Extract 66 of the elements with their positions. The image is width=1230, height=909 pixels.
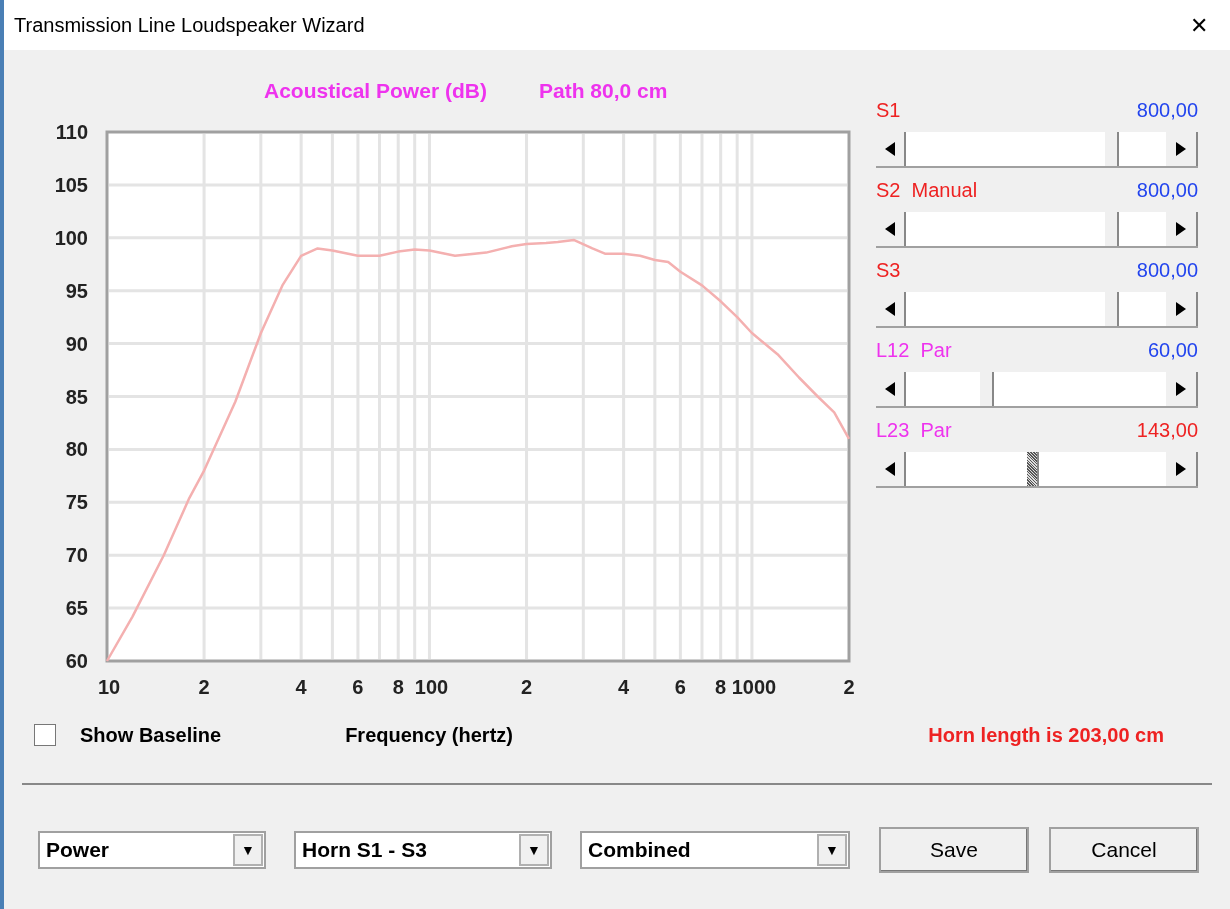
right-arrow-icon[interactable] [1176,222,1186,236]
scrollbar[interactable] [876,292,1198,328]
scrollbar[interactable] [876,452,1198,488]
left-arrow-icon[interactable] [885,462,895,476]
y-tick-label: 60 [65,650,88,672]
y-tick-label: 90 [65,332,88,355]
checkbox[interactable] [34,724,56,746]
chart-title: Acoustical Power (dB) [264,79,487,102]
x-tick-label: 2 [520,676,533,698]
right-arrow-icon[interactable] [1176,142,1186,156]
dialog-button[interactable]: Save [879,827,1029,873]
x-tick-label: 4 [295,676,307,698]
right-arrow-icon[interactable] [1176,302,1186,316]
slider-value: 143,00 [1136,420,1198,440]
y-tick-label: 65 [65,597,88,620]
axis-title: Frequency (hertz) [345,723,513,748]
right-arrow-icon[interactable] [1176,382,1186,396]
x-tick-label: 10 [97,676,121,698]
x-tick-label: 6 [674,676,686,698]
slider-label: S2 Manual [876,180,978,200]
x-tick-label: 2 [843,676,855,698]
scrollbar-thumb[interactable] [1026,452,1039,486]
x-tick-label: 100 [414,676,449,698]
horn-length-text: Horn length is 203,00 cm [928,723,1164,748]
left-arrow-icon[interactable] [885,142,895,156]
y-tick-label: 80 [65,438,88,461]
chart-subtitle: Path 80,0 cm [539,79,668,102]
x-tick-label: 2 [198,676,210,698]
scrollbar-thumb[interactable] [1105,132,1120,166]
slider-label: L23 Par [876,420,952,440]
x-tick-label: 8 [715,676,727,698]
slider-value: 800,00 [1136,180,1198,200]
slider-value: 800,00 [1136,260,1198,280]
right-arrow-icon[interactable] [1176,462,1186,476]
window-title: Transmission Line Loudspeaker Wizard [14,13,365,38]
y-tick-label: 85 [65,385,88,408]
x-tick-label: 1000 [731,676,777,698]
left-arrow-icon[interactable] [885,222,895,236]
slider-label: S3 [876,260,901,280]
dropdown[interactable]: Power ▼ [38,831,266,869]
scrollbar-thumb[interactable] [1105,292,1120,326]
slider-label: S1 [876,100,901,120]
y-tick-label: 100 [54,226,88,249]
y-tick-label: 105 [54,173,88,196]
dialog-button[interactable]: Cancel [1049,827,1199,873]
dropdown[interactable]: Horn S1 - S3 ▼ [294,831,552,869]
x-tick-label: 4 [618,676,630,698]
slider-value: 800,00 [1136,100,1198,120]
scrollbar-thumb[interactable] [979,372,994,406]
y-tick-label: 75 [65,491,88,514]
scrollbar-thumb[interactable] [1105,212,1120,246]
x-tick-label: 6 [352,676,364,698]
y-tick-label: 110 [55,121,88,143]
scrollbar[interactable] [876,372,1198,408]
dropdown[interactable]: Combined ▼ [580,831,850,869]
left-arrow-icon[interactable] [885,302,895,316]
left-arrow-icon[interactable] [885,382,895,396]
slider-value: 60,00 [1147,340,1198,360]
close-button[interactable]: ✕ [1184,10,1214,40]
checkbox-label[interactable]: Show Baseline [80,720,222,750]
scrollbar[interactable] [876,212,1198,248]
y-tick-label: 70 [65,544,88,567]
y-tick-label: 95 [65,279,88,302]
x-tick-label: 8 [392,676,404,698]
scrollbar[interactable] [876,132,1198,168]
slider-label: L12 Par [876,340,952,360]
